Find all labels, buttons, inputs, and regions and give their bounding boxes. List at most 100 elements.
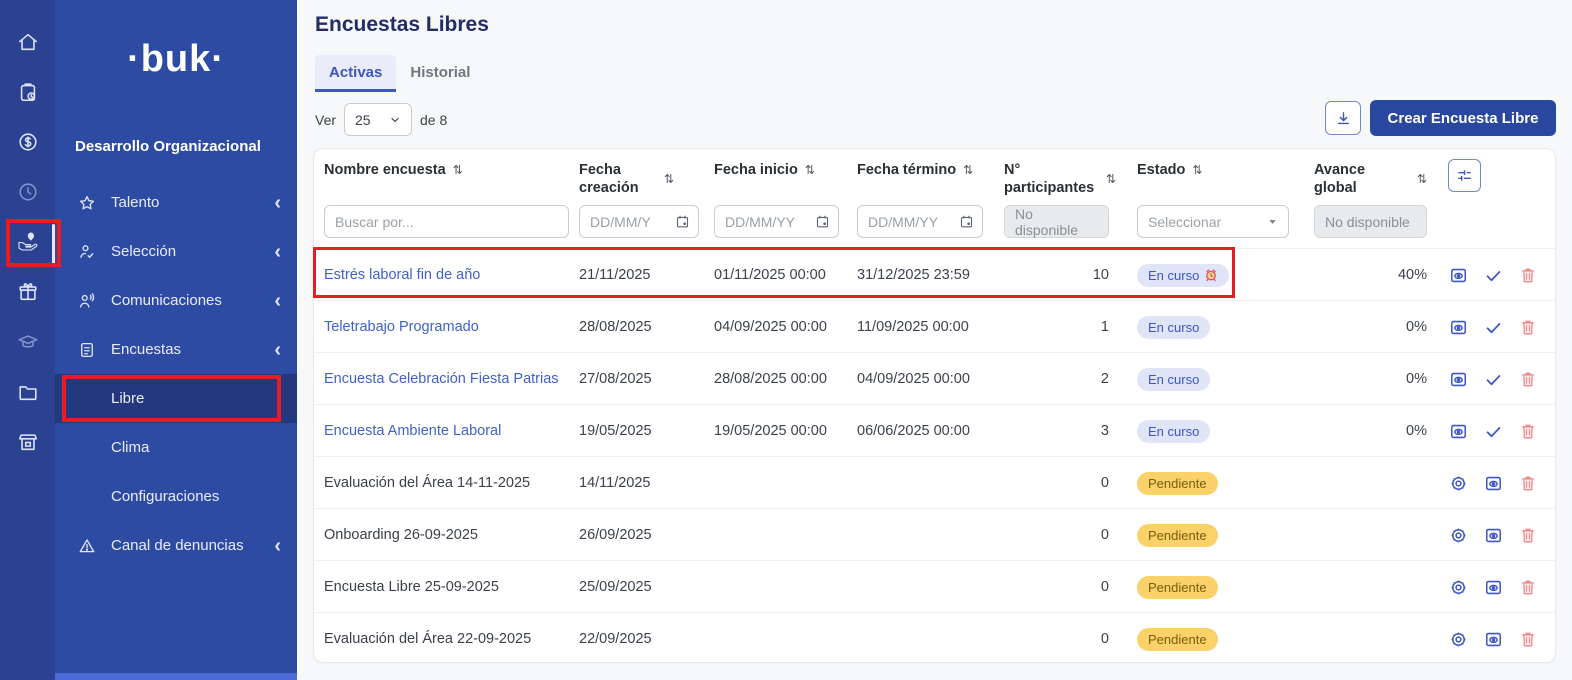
sort-icon[interactable]: ⇅ bbox=[453, 163, 463, 178]
created-cell: 28/08/2025 bbox=[579, 301, 699, 353]
training-graduation-icon[interactable] bbox=[16, 330, 40, 354]
settings-button[interactable] bbox=[1448, 629, 1468, 649]
preview-button[interactable] bbox=[1483, 473, 1503, 493]
tab-historial[interactable]: Historial bbox=[396, 55, 484, 92]
payroll-dollar-icon[interactable] bbox=[16, 130, 40, 154]
column-header-progress: Avance global⇅ bbox=[1314, 161, 1427, 197]
table-row[interactable]: Encuesta Ambiente Laboral 19/05/2025 19/… bbox=[314, 404, 1555, 456]
sidebar-item-clima[interactable]: Clima bbox=[55, 423, 297, 472]
sidebar-section-title: Desarrollo Organizacional bbox=[75, 138, 261, 155]
marketplace-storefront-icon[interactable] bbox=[16, 430, 40, 454]
delete-button[interactable] bbox=[1518, 577, 1538, 597]
disabled-filter: No disponible bbox=[1314, 205, 1427, 238]
sidebar-item-seleccion[interactable]: Selección ‹ bbox=[55, 227, 297, 276]
buk-logo: ·buk· bbox=[55, 38, 297, 81]
delete-button[interactable] bbox=[1518, 317, 1538, 337]
state-select[interactable]: Seleccionar bbox=[1137, 205, 1289, 238]
sidebar-item-talento[interactable]: Talento ‹ bbox=[55, 178, 297, 227]
search-input[interactable] bbox=[324, 205, 569, 238]
column-settings-button[interactable] bbox=[1448, 159, 1481, 192]
preview-button[interactable] bbox=[1448, 369, 1468, 389]
table-row[interactable]: Encuesta Celebración Fiesta Patrias 27/0… bbox=[314, 352, 1555, 404]
calendar-icon bbox=[959, 214, 974, 229]
survey-name-link: Encuesta Celebración Fiesta Patrias bbox=[324, 353, 569, 405]
delete-button[interactable] bbox=[1518, 473, 1538, 493]
download-button[interactable] bbox=[1325, 101, 1361, 135]
benefits-gift-icon[interactable] bbox=[16, 280, 40, 304]
clipboard-clock-icon[interactable] bbox=[16, 80, 40, 104]
active-module-indicator bbox=[52, 224, 55, 264]
sidebar-item-encuestas[interactable]: Encuestas ‹ bbox=[55, 325, 297, 374]
delete-button[interactable] bbox=[1518, 369, 1538, 389]
chevron-left-icon: ‹ bbox=[274, 193, 281, 213]
table-row[interactable]: Evaluación del Área 14-11-2025 14/11/202… bbox=[314, 456, 1555, 508]
preview-button[interactable] bbox=[1483, 525, 1503, 545]
sidebar-item-configuraciones[interactable]: Configuraciones bbox=[55, 472, 297, 521]
settings-button[interactable] bbox=[1448, 577, 1468, 597]
surveys-table: Nombre encuesta⇅ Fecha creación⇅ Fecha i… bbox=[313, 148, 1556, 663]
date-input-created[interactable]: DD/MM/Y bbox=[579, 205, 699, 238]
sort-icon[interactable]: ⇅ bbox=[805, 163, 815, 178]
table-row[interactable]: Onboarding 26-09-2025 26/09/2025 0 Pendi… bbox=[314, 508, 1555, 560]
date-input-end[interactable]: DD/MM/YY bbox=[857, 205, 983, 238]
progress-cell: 40% bbox=[1314, 249, 1427, 301]
settings-button[interactable] bbox=[1448, 473, 1468, 493]
total-count-label: de 8 bbox=[420, 112, 447, 128]
star-icon bbox=[77, 193, 97, 213]
status-badge: En curso bbox=[1137, 264, 1229, 287]
sort-icon[interactable]: ⇅ bbox=[963, 163, 973, 178]
state-cell: Pendiente bbox=[1137, 561, 1289, 613]
sidebar-scrollbar[interactable] bbox=[55, 673, 297, 680]
sort-icon[interactable]: ⇅ bbox=[1192, 163, 1202, 178]
check-button[interactable] bbox=[1483, 369, 1503, 389]
tab-activas[interactable]: Activas bbox=[315, 55, 396, 92]
person-speaking-icon bbox=[77, 291, 97, 311]
sidebar-item-canal-denuncias[interactable]: Canal de denuncias ‹ bbox=[55, 521, 297, 570]
participants-cell: 0 bbox=[1004, 561, 1109, 613]
sort-icon[interactable]: ⇅ bbox=[1417, 172, 1427, 187]
chevron-left-icon: ‹ bbox=[274, 536, 281, 556]
table-row[interactable]: Estrés laboral fin de año 21/11/2025 01/… bbox=[314, 248, 1555, 300]
survey-name: Evaluación del Área 22-09-2025 bbox=[324, 613, 569, 665]
preview-button[interactable] bbox=[1448, 317, 1468, 337]
filter-end: DD/MM/YY bbox=[857, 205, 983, 238]
home-icon[interactable] bbox=[16, 30, 40, 54]
settings-button[interactable] bbox=[1448, 525, 1468, 545]
row-actions bbox=[1448, 457, 1538, 509]
time-clock-icon[interactable] bbox=[16, 180, 40, 204]
page-size-select[interactable]: 25 bbox=[344, 103, 412, 136]
delete-button[interactable] bbox=[1518, 265, 1538, 285]
table-row[interactable]: Teletrabajo Programado 28/08/2025 04/09/… bbox=[314, 300, 1555, 352]
check-button[interactable] bbox=[1483, 317, 1503, 337]
preview-button[interactable] bbox=[1483, 577, 1503, 597]
date-input-start[interactable]: DD/MM/YY bbox=[714, 205, 839, 238]
status-badge: Pendiente bbox=[1137, 524, 1218, 547]
status-badge: En curso bbox=[1137, 316, 1210, 339]
preview-button[interactable] bbox=[1448, 421, 1468, 441]
sort-icon[interactable]: ⇅ bbox=[664, 172, 674, 187]
table-row[interactable]: Encuesta Libre 25-09-2025 25/09/2025 0 P… bbox=[314, 560, 1555, 612]
participants-cell: 3 bbox=[1004, 405, 1109, 457]
download-icon bbox=[1335, 110, 1352, 127]
check-button[interactable] bbox=[1483, 265, 1503, 285]
create-survey-button[interactable]: Crear Encuesta Libre bbox=[1370, 100, 1556, 136]
sidebar-item-comunicaciones[interactable]: Comunicaciones ‹ bbox=[55, 276, 297, 325]
sidebar-item-libre[interactable]: Libre bbox=[55, 374, 297, 423]
state-cell: Pendiente bbox=[1137, 509, 1289, 561]
delete-button[interactable] bbox=[1518, 629, 1538, 649]
sort-icon[interactable]: ⇅ bbox=[1106, 172, 1116, 187]
page-title: Encuestas Libres bbox=[315, 13, 489, 37]
sliders-icon bbox=[1456, 167, 1473, 184]
row-actions bbox=[1448, 613, 1538, 665]
table-row[interactable]: Evaluación del Área 22-09-2025 22/09/202… bbox=[314, 612, 1555, 664]
talent-hand-heart-icon[interactable] bbox=[16, 230, 40, 254]
preview-button[interactable] bbox=[1483, 629, 1503, 649]
person-check-icon bbox=[77, 242, 97, 262]
documents-folder-icon[interactable] bbox=[16, 380, 40, 404]
delete-button[interactable] bbox=[1518, 421, 1538, 441]
sidebar-menu: Talento ‹ Selección ‹ Comunicaciones ‹ bbox=[55, 178, 297, 570]
status-badge: Pendiente bbox=[1137, 472, 1218, 495]
check-button[interactable] bbox=[1483, 421, 1503, 441]
preview-button[interactable] bbox=[1448, 265, 1468, 285]
delete-button[interactable] bbox=[1518, 525, 1538, 545]
